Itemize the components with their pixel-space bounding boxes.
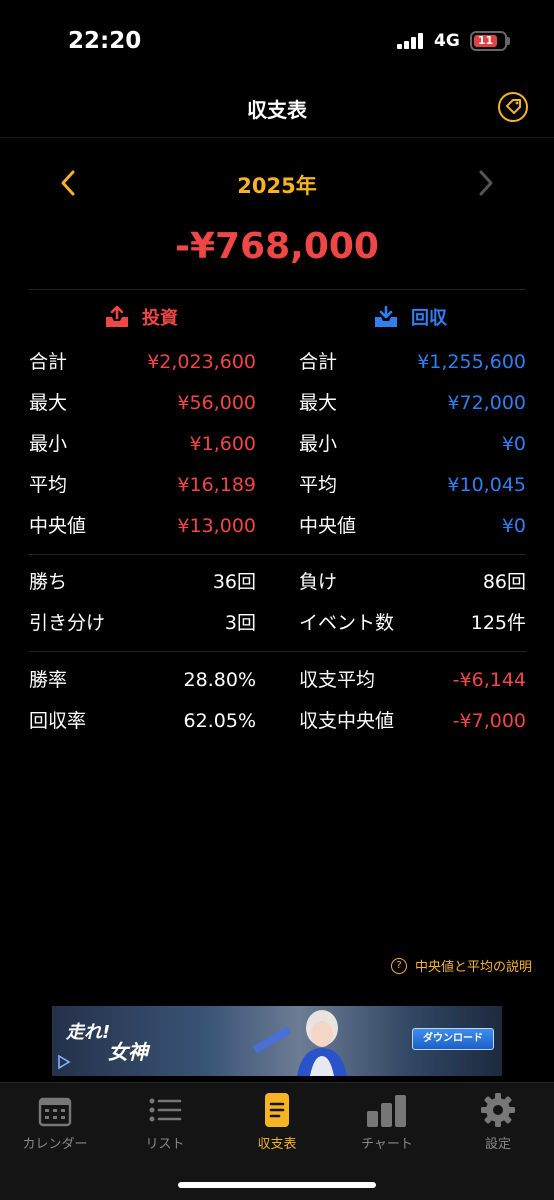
wins-row: 勝ち 36回 xyxy=(29,571,256,593)
battery-icon: 11 xyxy=(470,31,507,51)
investment-label: 投資 xyxy=(142,308,178,329)
ad-download-button[interactable]: ダウンロード xyxy=(412,1028,494,1050)
ad-title: 走れ! xyxy=(66,1022,111,1043)
document-icon xyxy=(265,1093,289,1127)
status-time: 22:20 xyxy=(68,28,142,54)
median-average-help-link[interactable]: ? 中央値と平均の説明 xyxy=(390,956,532,975)
investment-median-row: 中央値 ¥13,000 xyxy=(29,515,256,537)
tab-balance-sheet[interactable]: 収支表 xyxy=(222,1091,332,1152)
recovery-avg-row: 平均 ¥10,045 xyxy=(299,474,526,496)
recovery-median-row: 中央値 ¥0 xyxy=(299,515,526,537)
tab-chart[interactable]: チャート xyxy=(332,1091,442,1152)
draws-row: 引き分け 3回 xyxy=(29,612,256,634)
investment-header: 投資 xyxy=(104,304,178,330)
home-indicator xyxy=(178,1182,376,1188)
divider xyxy=(28,651,526,652)
investment-min-row: 最小 ¥1,600 xyxy=(29,433,256,455)
divider xyxy=(28,289,526,290)
recovery-label: 回収 xyxy=(411,308,447,329)
balance-avg-row: 収支平均 -¥6,144 xyxy=(299,669,526,691)
ad-choices-icon[interactable] xyxy=(56,1054,72,1070)
balance-total: -¥768,000 xyxy=(175,226,379,267)
page-title: 収支表 xyxy=(247,98,307,122)
losses-row: 負け 86回 xyxy=(299,571,526,593)
tab-settings[interactable]: 設定 xyxy=(443,1091,553,1152)
chevron-right-icon[interactable] xyxy=(476,168,496,202)
ad-banner[interactable]: 走れ! 女神 ダウンロード xyxy=(52,1006,502,1076)
upload-tray-icon xyxy=(106,305,128,327)
recovery-min-row: 最小 ¥0 xyxy=(299,433,526,455)
win-rate-row: 勝率 28.80% xyxy=(29,669,256,691)
help-link-label: 中央値と平均の説明 xyxy=(414,960,532,975)
battery-level: 11 xyxy=(474,35,497,47)
year-label: 2025年 xyxy=(237,174,317,198)
status-bar: 22:20 4G 11 xyxy=(0,0,554,80)
tab-calendar[interactable]: カレンダー xyxy=(0,1091,110,1152)
recovery-header: 回収 xyxy=(373,304,447,330)
divider xyxy=(28,554,526,555)
investment-avg-row: 平均 ¥16,189 xyxy=(29,474,256,496)
gear-icon xyxy=(481,1093,515,1127)
list-icon xyxy=(149,1098,182,1122)
signal-icon xyxy=(397,33,427,49)
tag-icon[interactable] xyxy=(498,92,528,122)
ad-character-image xyxy=(252,1010,347,1076)
nav-bar: 収支表 xyxy=(0,80,554,138)
investment-total-row: 合計 ¥2,023,600 xyxy=(29,351,256,373)
events-row: イベント数 125件 xyxy=(299,612,526,634)
recovery-rate-row: 回収率 62.05% xyxy=(29,710,256,732)
balance-median-row: 収支中央値 -¥7,000 xyxy=(299,710,526,732)
calendar-icon xyxy=(38,1097,72,1127)
investment-max-row: 最大 ¥56,000 xyxy=(29,392,256,414)
tab-list[interactable]: リスト xyxy=(110,1091,220,1152)
recovery-total-row: 合計 ¥1,255,600 xyxy=(299,351,526,373)
download-tray-icon xyxy=(375,305,397,327)
question-icon: ? xyxy=(390,957,407,974)
ad-title-2: 女神 xyxy=(108,1040,148,1064)
recovery-max-row: 最大 ¥72,000 xyxy=(299,392,526,414)
year-navigator: 2025年 xyxy=(0,160,554,206)
network-type: 4G xyxy=(434,31,460,51)
bar-chart-icon xyxy=(367,1095,406,1127)
